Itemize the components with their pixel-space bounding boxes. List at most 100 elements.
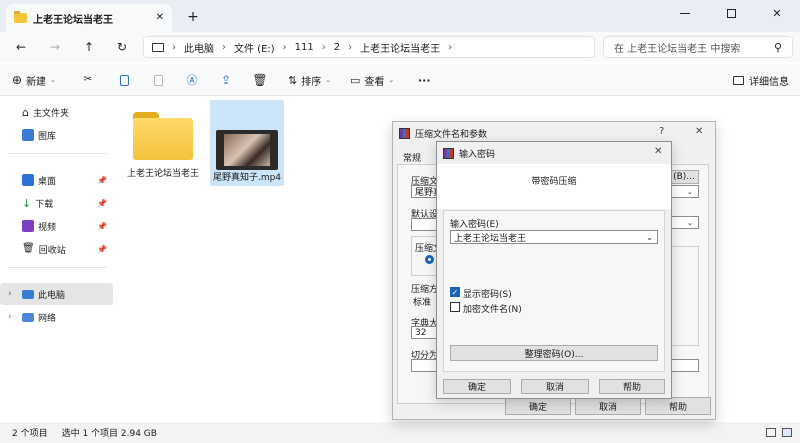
show-password-checkbox[interactable]: ✓: [450, 287, 460, 297]
help-icon[interactable]: ?: [659, 126, 664, 137]
recycle-bin-icon: 🗑: [22, 243, 35, 254]
details-view-icon[interactable]: [766, 428, 776, 437]
share-icon: ⇪: [220, 73, 232, 87]
close-icon[interactable]: ✕: [695, 126, 703, 137]
archive-ok-button[interactable]: 确定: [505, 397, 571, 415]
method-value[interactable]: 标准: [413, 295, 431, 308]
paste-icon: [153, 74, 163, 86]
forward-button[interactable]: →: [42, 34, 68, 60]
sidebar-item-network[interactable]: › 网络: [0, 306, 113, 328]
sidebar-item-label: 下载: [35, 199, 54, 210]
breadcrumb-item[interactable]: 此电脑: [176, 40, 222, 55]
chevron-right-icon[interactable]: ›: [8, 312, 18, 322]
close-tab-icon[interactable]: ✕: [156, 13, 164, 23]
pin-icon: 📌: [97, 221, 107, 231]
browse-button[interactable]: (B)...: [669, 170, 699, 184]
format-rar-radio[interactable]: [425, 255, 434, 264]
dialog-title: 输入密码: [459, 149, 496, 160]
archive-name-dropdown[interactable]: ⌄: [669, 185, 699, 198]
arrow-left-icon: ←: [15, 40, 27, 54]
new-button[interactable]: ⊕ 新建 ⌄: [12, 68, 56, 92]
new-tab-button[interactable]: +: [184, 8, 202, 26]
delete-button[interactable]: 🗑: [250, 68, 270, 92]
update-mode-dropdown[interactable]: ⌄: [669, 216, 699, 229]
chevron-right-icon[interactable]: ›: [8, 289, 18, 299]
breadcrumb-item[interactable]: 111: [287, 42, 322, 53]
this-pc-icon: [22, 289, 34, 299]
more-options-button[interactable]: ···: [418, 68, 431, 92]
item-count: 2 个项目: [12, 429, 48, 439]
dialog-title-bar: 输入密码: [437, 142, 671, 164]
sidebar-item-home[interactable]: ⌂ 主文件夹: [0, 101, 113, 123]
sort-button[interactable]: ⇅ 排序 ⌄: [288, 68, 331, 92]
copy-button[interactable]: [114, 68, 134, 92]
paste-button[interactable]: [148, 68, 168, 92]
arrow-up-icon: ↑: [83, 40, 95, 54]
new-label: 新建: [26, 76, 47, 88]
close-window-button[interactable]: ✕: [754, 0, 800, 26]
tab-general[interactable]: 常规: [403, 151, 421, 164]
sidebar-item-downloads[interactable]: ↓ 下载 📌: [0, 192, 113, 214]
search-placeholder: 在 上老王论坛当老王 中搜索: [614, 43, 741, 55]
chevron-down-icon: ⌄: [388, 76, 395, 84]
maximize-button[interactable]: [708, 0, 754, 26]
sidebar-item-label: 视频: [38, 222, 57, 233]
breadcrumb-item[interactable]: 上老王论坛当老王: [352, 40, 448, 55]
breadcrumb-chevron-icon: ›: [448, 41, 453, 53]
share-button[interactable]: ⇪: [216, 68, 236, 92]
sidebar-item-this-pc[interactable]: › 此电脑: [0, 283, 113, 305]
sidebar-item-recycle-bin[interactable]: 🗑 回收站 📌: [0, 238, 113, 260]
dialog-heading: 带密码压缩: [531, 177, 577, 187]
copy-icon: [119, 74, 129, 86]
chevron-down-icon[interactable]: ⌄: [646, 233, 653, 242]
maximize-icon: [726, 8, 736, 18]
show-password-label: 显示密码(S): [463, 290, 512, 300]
search-input[interactable]: 在 上老王论坛当老王 中搜索 ⚲: [603, 36, 793, 58]
sidebar-item-desktop[interactable]: 桌面 📌: [0, 169, 113, 191]
archive-option-field[interactable]: [669, 359, 699, 372]
cut-button[interactable]: ✂: [78, 68, 98, 92]
organize-passwords-button[interactable]: 整理密码(O)...: [450, 345, 658, 361]
sidebar-item-label: 网络: [38, 313, 57, 324]
sidebar-item-videos[interactable]: 视频 📌: [0, 215, 113, 237]
password-cancel-button[interactable]: 取消: [521, 379, 589, 394]
tab-current-folder[interactable]: 上老王论坛当老王 ✕: [6, 4, 172, 32]
rename-button[interactable]: Ⓐ: [182, 68, 202, 92]
file-item-folder[interactable]: 上老王论坛当老王: [124, 104, 202, 196]
password-help-button[interactable]: 帮助: [599, 379, 665, 394]
breadcrumb-item[interactable]: 文件 (E:): [226, 40, 283, 55]
password-ok-button[interactable]: 确定: [443, 379, 511, 394]
chevron-down-icon: ⌄: [687, 187, 693, 196]
minimize-button[interactable]: [662, 0, 708, 26]
encrypt-file-names-label: 加密文件名(N): [463, 305, 522, 315]
pin-icon: 📌: [97, 244, 107, 254]
sidebar-item-gallery[interactable]: 图库: [0, 124, 113, 146]
encrypt-file-names-checkbox[interactable]: [450, 302, 460, 312]
refresh-icon: ↻: [116, 40, 128, 54]
refresh-button[interactable]: ↻: [109, 34, 135, 60]
winrar-icon: [399, 127, 410, 139]
archive-cancel-button[interactable]: 取消: [575, 397, 641, 415]
back-button[interactable]: ←: [8, 34, 34, 60]
view-icon: ▭: [350, 73, 361, 87]
options-group: [669, 246, 699, 346]
up-button[interactable]: ↑: [76, 34, 102, 60]
address-bar[interactable]: › 此电脑 › 文件 (E:) › 111 › 2 › 上老王论坛当老王 ›: [143, 36, 595, 58]
winrar-icon: [443, 147, 454, 159]
dialog-title: 压缩文件名和参数: [415, 129, 488, 140]
details-pane-button[interactable]: 详细信息: [733, 68, 789, 92]
archive-help-button[interactable]: 帮助: [645, 397, 711, 415]
sidebar-item-label: 此电脑: [38, 290, 66, 301]
trash-icon: 🗑: [252, 73, 268, 87]
status-bar: 2 个项目 选中 1 个项目 2.94 GB: [0, 422, 800, 443]
breadcrumb-item[interactable]: 2: [326, 42, 348, 53]
method-label: 压缩方: [411, 285, 439, 295]
close-icon[interactable]: ✕: [654, 146, 662, 157]
chevron-down-icon: ⌄: [687, 218, 693, 227]
scissors-icon: ✂: [83, 74, 93, 85]
large-icons-view-icon[interactable]: [782, 428, 792, 437]
pin-icon: 📌: [97, 198, 107, 208]
password-input[interactable]: 上老王论坛当老王 ⌄: [450, 230, 658, 244]
file-item-video[interactable]: 尾野真知子.mp4: [210, 100, 284, 186]
view-button[interactable]: ▭ 查看 ⌄: [350, 68, 394, 92]
